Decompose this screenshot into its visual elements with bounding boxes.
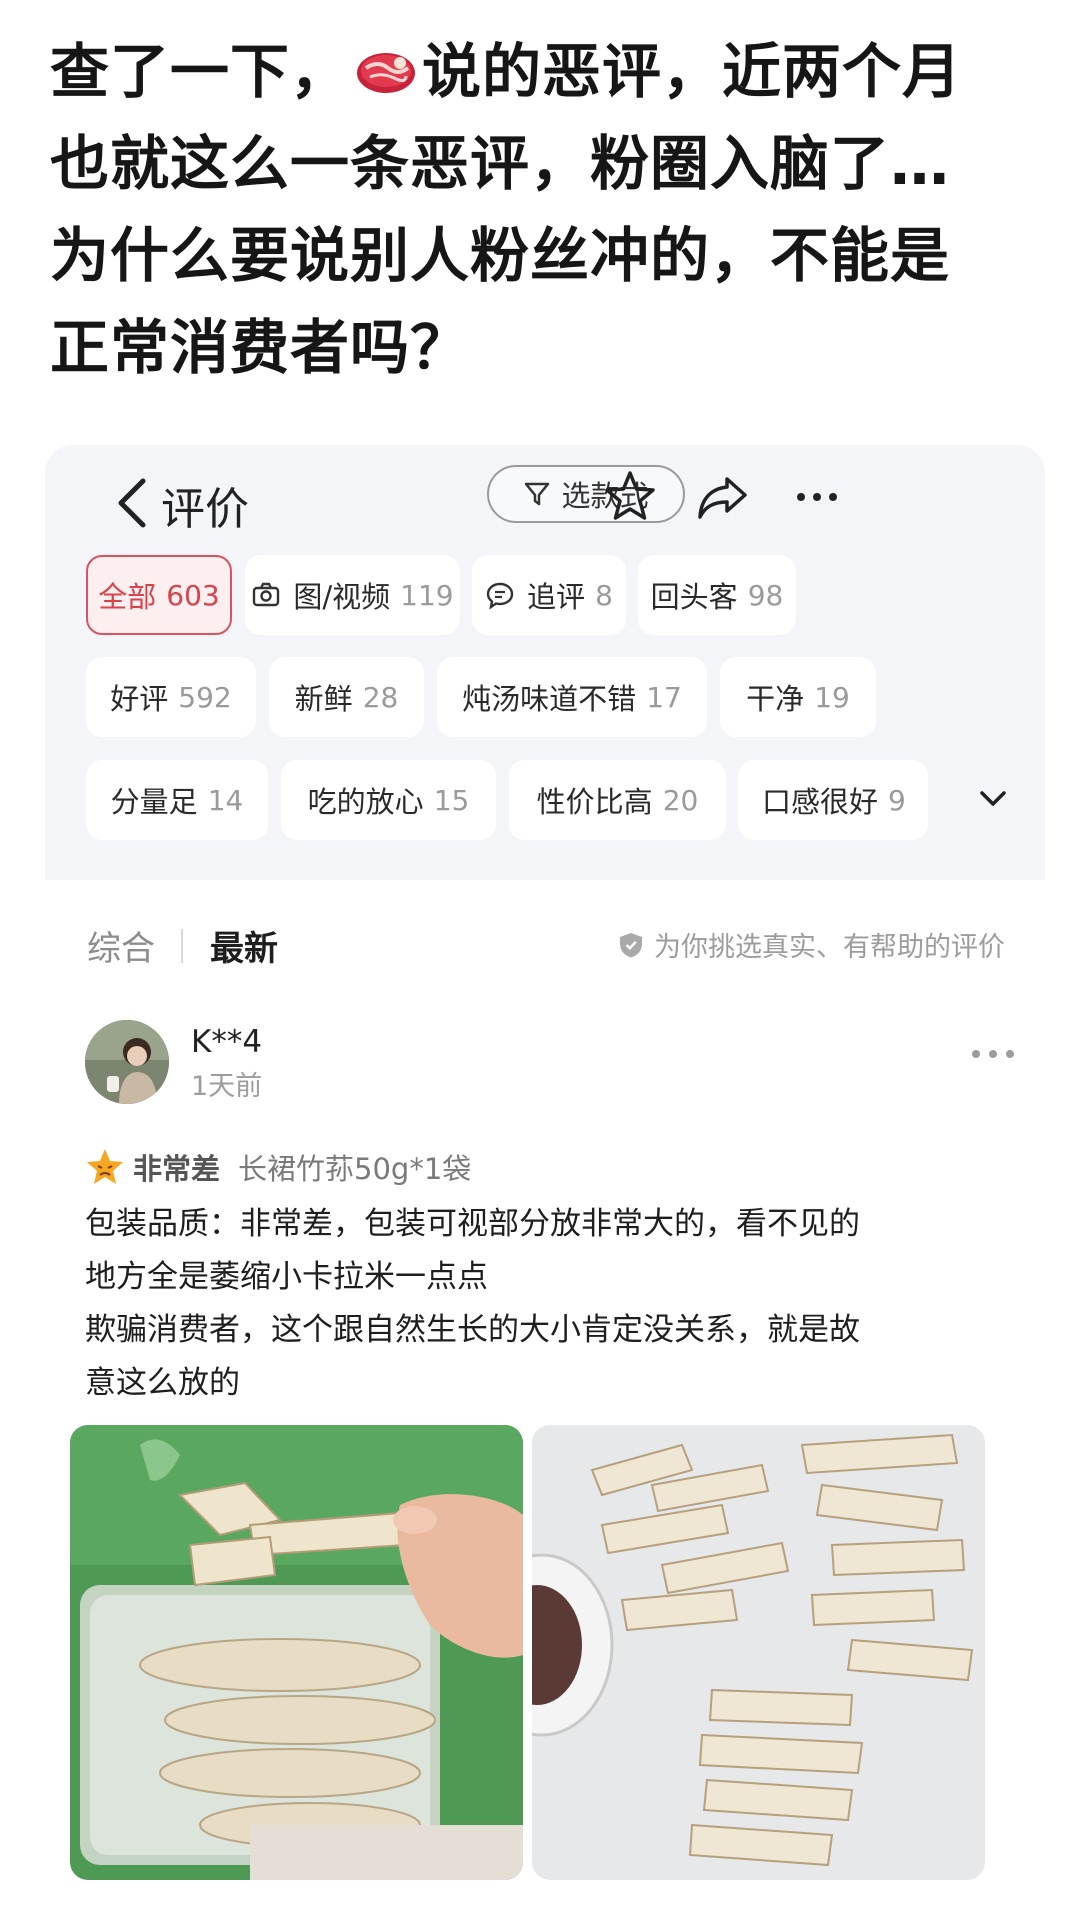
bamboo-fungus-on-table-image bbox=[532, 1425, 985, 1880]
avatar[interactable] bbox=[85, 1020, 169, 1104]
share-icon[interactable] bbox=[693, 467, 753, 527]
post-title-line-1: 查了一下， 说的恶评，近两个月 bbox=[50, 37, 963, 106]
page-title: 评价 bbox=[161, 484, 249, 535]
sort-latest[interactable]: 最新 bbox=[210, 921, 278, 970]
shield-icon bbox=[620, 932, 642, 957]
post-title-line-4: 正常消费者吗？ bbox=[50, 313, 471, 382]
tag-clean[interactable]: 干净 19 bbox=[720, 657, 876, 737]
tag-safe-to-eat[interactable]: 吃的放心 15 bbox=[281, 760, 496, 840]
review-photo-1[interactable] bbox=[70, 1425, 523, 1880]
sort-divider bbox=[181, 929, 183, 963]
post-title-line-2: 也就这么一条恶评，粉圈入脑了… bbox=[50, 129, 951, 198]
product-spec: 长裙竹荪50g*1袋 bbox=[238, 1152, 472, 1186]
tag-generous-portion[interactable]: 分量足 14 bbox=[86, 760, 268, 840]
rating-row: 非常差 长裙竹荪50g*1袋 bbox=[85, 1146, 471, 1188]
tag-value[interactable]: 性价比高 20 bbox=[509, 760, 726, 840]
tag-positive[interactable]: 好评 592 bbox=[86, 657, 256, 737]
reviewer-name[interactable]: K**4 bbox=[191, 1024, 262, 1060]
angry-star-icon bbox=[87, 1149, 123, 1184]
sort-comprehensive[interactable]: 综合 bbox=[87, 921, 155, 970]
camera-icon bbox=[253, 582, 280, 607]
review-text: 包装品质：非常差，包装可视部分放非常大的，看不见的 地方全是萎缩小卡拉米一点点 … bbox=[85, 1206, 860, 1401]
filter-icon bbox=[525, 482, 550, 506]
review-header-panel: 评价 选款式 全部 603 图/视频 119 追评 8 回头客 98 好评 59… bbox=[45, 445, 1045, 880]
avatar-image bbox=[85, 1020, 169, 1104]
tag-fresh[interactable]: 新鲜 28 bbox=[269, 657, 424, 737]
tag-follow-up[interactable]: 追评 8 bbox=[472, 555, 626, 635]
review-photo-2[interactable] bbox=[532, 1425, 985, 1880]
post-title-line-3: 为什么要说别人粉丝冲的，不能是 bbox=[50, 221, 951, 290]
review-time: 1天前 bbox=[191, 1071, 263, 1102]
sort-bar: 综合 最新 为你挑选真实、有帮助的评价 bbox=[45, 905, 1045, 985]
tag-soup-taste[interactable]: 炖汤味道不错 17 bbox=[437, 657, 707, 737]
back-chevron-icon[interactable] bbox=[113, 475, 153, 531]
chevron-down-icon[interactable] bbox=[965, 770, 1021, 826]
tag-good-texture[interactable]: 口感很好 9 bbox=[738, 760, 928, 840]
tag-photo-video[interactable]: 图/视频 119 bbox=[245, 555, 460, 635]
comment-icon bbox=[486, 582, 514, 610]
star-icon[interactable] bbox=[600, 467, 660, 527]
review-policy-hint: 为你挑选真实、有帮助的评价 bbox=[616, 925, 1005, 964]
bamboo-fungus-in-bag-image bbox=[70, 1425, 523, 1880]
post-title: 查了一下， 说的恶评，近两个月 也就这么一条恶评，粉圈入脑了… 为什么要说别人粉… bbox=[50, 26, 1040, 394]
tag-repeat-customer[interactable]: 回头客 98 bbox=[638, 555, 796, 635]
rating-label: 非常差 bbox=[133, 1152, 221, 1186]
more-icon[interactable] bbox=[970, 1044, 1016, 1064]
more-icon[interactable] bbox=[787, 467, 847, 527]
meat-icon bbox=[357, 53, 416, 93]
review-screenshot: 评价 选款式 全部 603 图/视频 119 追评 8 回头客 98 好评 59… bbox=[45, 445, 1045, 1905]
tag-all[interactable]: 全部 603 bbox=[86, 555, 232, 635]
